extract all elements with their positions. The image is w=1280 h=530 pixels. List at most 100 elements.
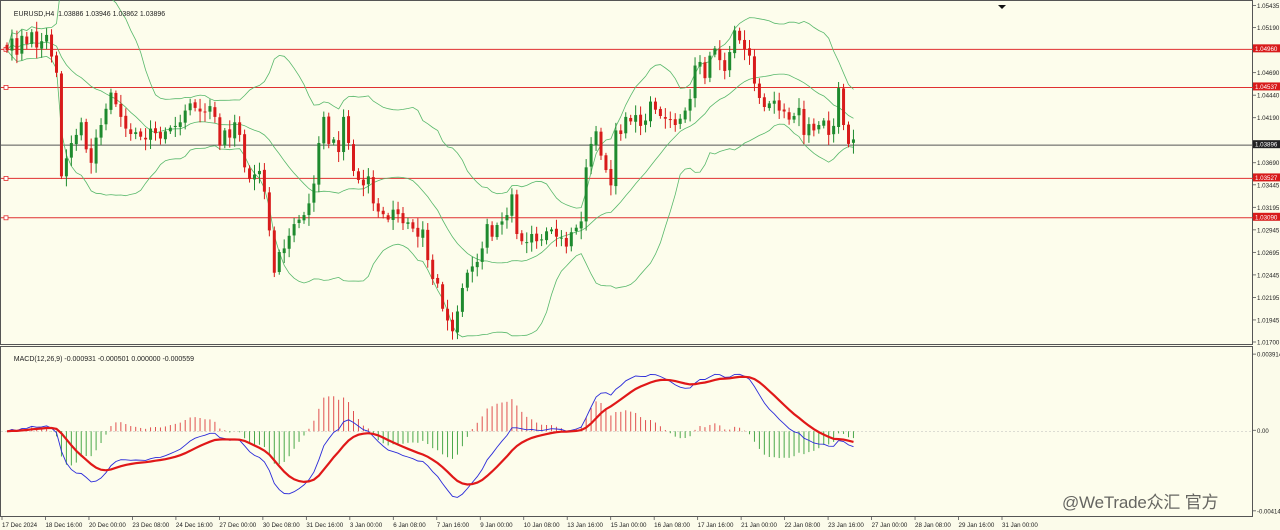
candle-63	[317, 136, 321, 193]
macd-values: -0.000931 -0.000501 0.000000 -0.000559	[64, 356, 194, 363]
candle-34	[173, 116, 177, 137]
candle-body-108	[540, 239, 544, 241]
candle-body-37	[188, 103, 192, 111]
candle-167	[832, 118, 836, 143]
candle-97	[485, 218, 489, 254]
candle-body-163	[812, 123, 816, 131]
candle-body-110	[550, 229, 553, 232]
hline-price-label-3: 1.03090	[1255, 214, 1278, 221]
chart-header: EURUSD,H4 1.03886 1.03946 1.03862 1.0389…	[6, 4, 165, 25]
candle-body-129	[644, 120, 648, 125]
price-chart-svg[interactable]	[1, 0, 1254, 346]
candle-body-171	[851, 139, 855, 143]
candle-body-72	[361, 179, 365, 186]
candle-55	[277, 249, 281, 275]
candle-body-41	[208, 106, 212, 112]
candle-5	[30, 29, 34, 48]
candle-body-64	[322, 116, 326, 144]
candle-body-81	[406, 222, 410, 224]
candle-94	[470, 256, 474, 283]
candle-111	[554, 219, 558, 247]
candle-body-67	[337, 140, 341, 153]
date-tick-label-14: 15 Jan 00:00	[611, 522, 647, 529]
candle-body-6	[35, 31, 39, 48]
candle-body-63	[317, 143, 321, 185]
candle-body-161	[802, 108, 806, 135]
candle-146	[728, 45, 732, 77]
candle-body-57	[287, 235, 291, 249]
candle-body-86	[431, 259, 435, 280]
candle-64	[322, 111, 326, 150]
bollinger-lower	[6, 49, 854, 338]
candle-body-151	[752, 56, 756, 84]
candle-body-120	[599, 131, 603, 156]
candle-61	[307, 193, 311, 226]
candle-body-9	[50, 34, 54, 57]
candle-body-20	[104, 108, 108, 125]
date-tick-label-12: 10 Jan 08:00	[524, 522, 560, 529]
candle-47	[238, 116, 242, 142]
candle-body-122	[609, 168, 613, 186]
candle-103	[515, 189, 519, 240]
date-tick-label-4: 24 Dec 16:00	[176, 522, 213, 529]
candle-body-159	[792, 115, 796, 120]
date-tick-label-20: 27 Jan 00:00	[872, 522, 908, 529]
candle-body-56	[282, 248, 286, 254]
candle-body-33	[168, 127, 172, 132]
candle-154	[767, 100, 771, 111]
candle-body-104	[520, 233, 524, 242]
current-price-label: 1.03896	[1255, 142, 1278, 149]
candle-body-25	[129, 129, 133, 135]
price-tick-label-12: 1.01945	[1257, 317, 1280, 324]
candle-body-111	[554, 228, 558, 237]
candle-86	[431, 254, 435, 285]
candle-74	[371, 170, 375, 211]
date-tick-label-13: 13 Jan 16:00	[567, 522, 603, 529]
candle-58	[292, 218, 296, 243]
candle-body-19	[99, 125, 103, 138]
price-chart-pane[interactable]: EURUSD,H4 1.03886 1.03946 1.03862 1.0389…	[0, 0, 1254, 346]
candle-body-52	[262, 169, 266, 192]
candle-12	[64, 149, 68, 187]
candle-body-169	[842, 88, 846, 126]
candle-170	[847, 121, 850, 148]
candle-136	[678, 114, 682, 130]
candle-body-82	[411, 222, 415, 229]
candle-83	[416, 218, 420, 248]
candle-body-98	[490, 225, 494, 237]
candle-body-68	[342, 116, 346, 153]
price-scale[interactable]: 1.05435 1.05190 1.04690 1.04440 1.04190 1.036…	[1253, 0, 1280, 530]
price-tick-label-4: 1.04190	[1257, 115, 1280, 122]
candle-166	[827, 111, 831, 145]
candle-127	[634, 105, 638, 133]
candle-body-13	[69, 143, 73, 158]
candle-168	[837, 81, 841, 134]
candle-8	[45, 28, 49, 50]
candle-62	[312, 175, 316, 212]
candle-body-160	[797, 107, 801, 116]
candle-80	[401, 207, 405, 230]
candle-body-149	[743, 39, 747, 50]
candle-123	[614, 122, 618, 195]
candle-42	[213, 101, 217, 123]
candle-139	[693, 57, 697, 108]
candle-33	[168, 125, 172, 135]
candle-23	[119, 94, 123, 127]
candle-143	[713, 46, 717, 58]
time-axis[interactable]: 17 Dec 2024 18 Dec 16:00 20 Dec 00:00 23 De…	[0, 517, 1253, 530]
candle-body-103	[515, 194, 519, 235]
candle-107	[535, 226, 539, 249]
price-tick-label-9: 1.02695	[1257, 250, 1280, 257]
date-tick-label-2: 20 Dec 00:00	[89, 522, 126, 529]
candle-27	[139, 128, 143, 141]
candle-body-54	[272, 230, 276, 273]
candle-125	[624, 112, 628, 139]
candle-157	[782, 103, 786, 119]
candle-1	[10, 29, 14, 61]
price-tick-label-5: 1.03690	[1257, 160, 1280, 167]
candle-body-137	[683, 110, 687, 120]
candle-59	[297, 214, 301, 229]
candle-body-138	[688, 98, 692, 111]
candle-133	[663, 108, 667, 129]
candle-120	[599, 127, 603, 160]
